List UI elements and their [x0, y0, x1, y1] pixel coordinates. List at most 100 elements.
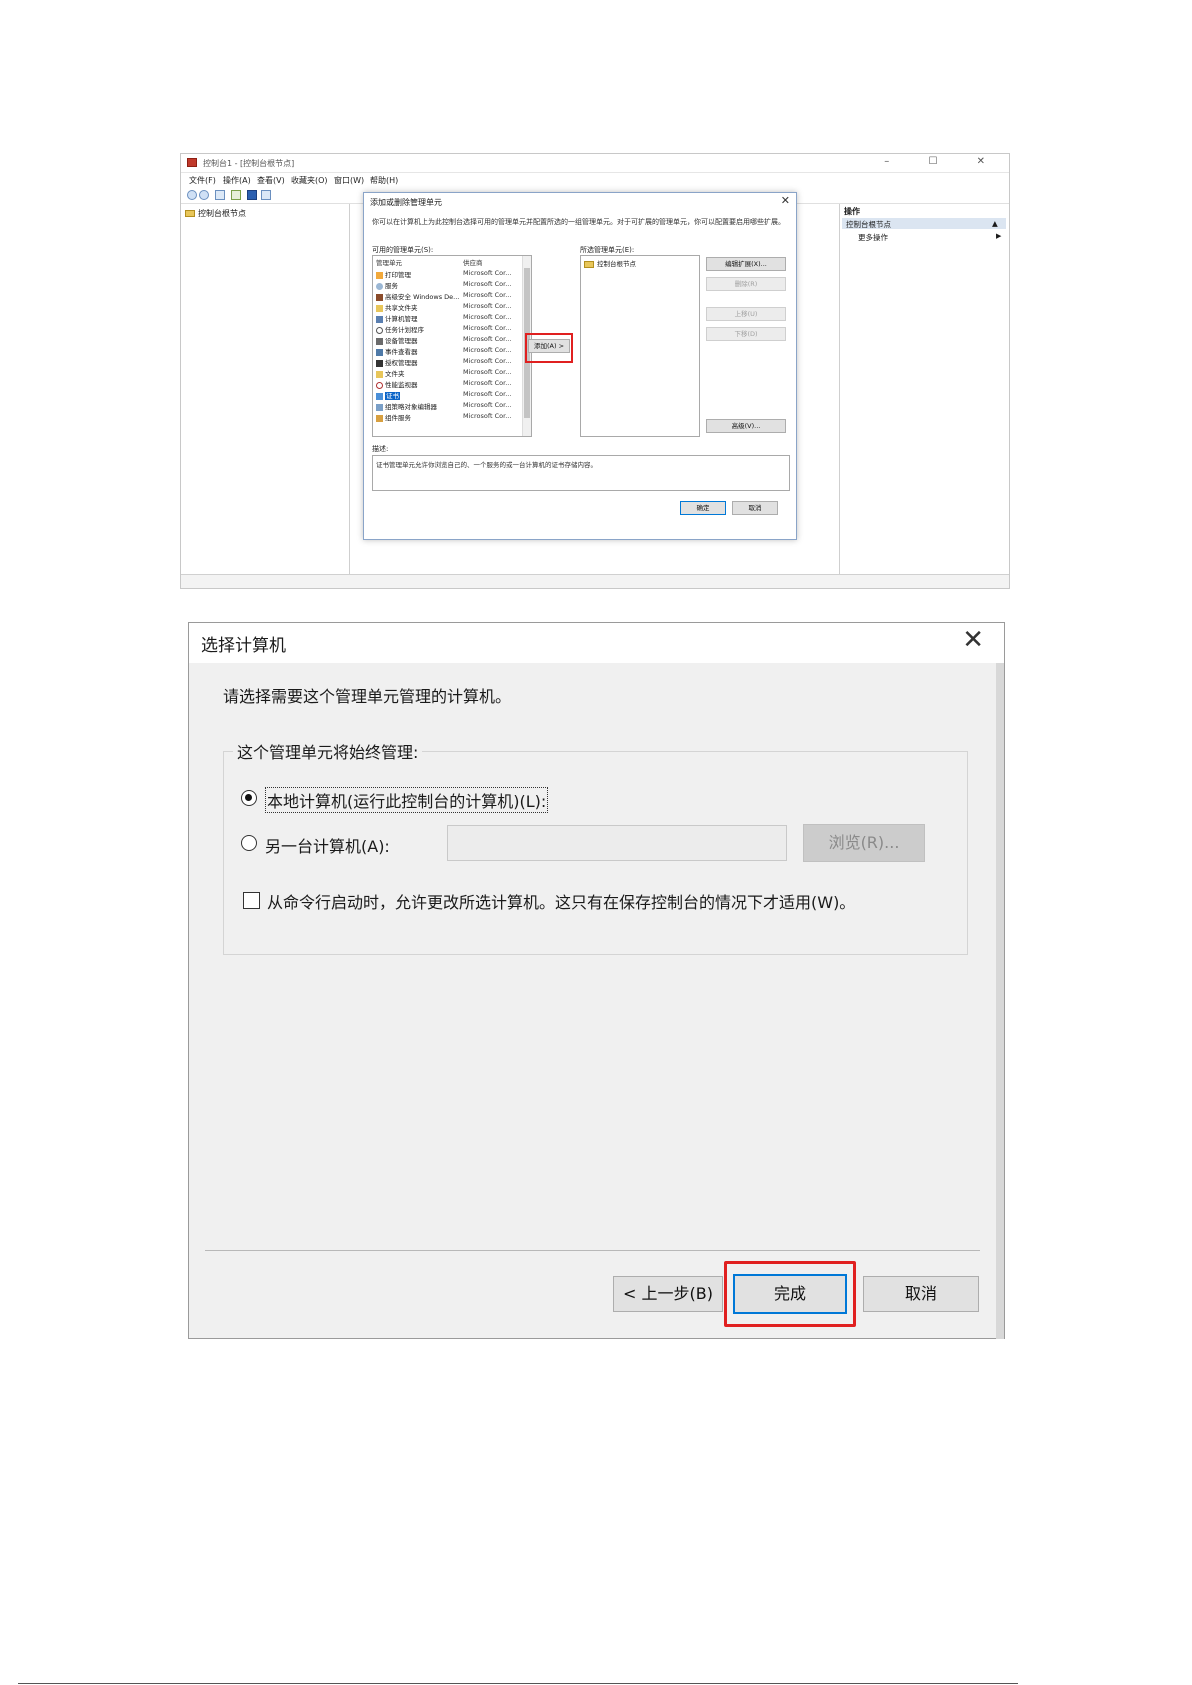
status-bar [181, 574, 1009, 588]
actions-selected-label: 控制台根节点 [846, 220, 891, 229]
move-down-button[interactable]: 下移(D) [706, 327, 786, 341]
close-icon[interactable]: ✕ [962, 625, 984, 655]
component-services-icon [376, 414, 383, 422]
back-button[interactable]: < 上一步(B) [613, 1276, 723, 1312]
tree-node-console-root[interactable]: 控制台根节点 [185, 208, 246, 219]
list-item[interactable]: 文件夹 Microsoft Cor... [373, 367, 521, 378]
available-snapins-list[interactable]: 管理单元 供应商 打印管理 Microsoft Cor... 服务 Microsof… [372, 255, 532, 437]
clock-icon [376, 326, 383, 334]
menu-help[interactable]: 帮助(H) [370, 175, 398, 186]
certificate-icon [376, 392, 383, 400]
list-item[interactable]: 服务 Microsoft Cor... [373, 279, 521, 290]
local-computer-radio[interactable] [241, 790, 257, 806]
page-footer-line [18, 1683, 1018, 1684]
list-item[interactable]: 计算机管理 Microsoft Cor... [373, 312, 521, 323]
selected-snapins-list[interactable]: 控制台根节点 [580, 255, 700, 437]
dialog-title: 选择计算机 [201, 636, 286, 656]
list-item[interactable]: 组件服务 Microsoft Cor... [373, 411, 521, 422]
console-tree-icon[interactable] [215, 190, 225, 200]
dialog-title: 添加或删除管理单元 [370, 198, 442, 207]
export-list-icon[interactable] [231, 190, 241, 200]
browse-button[interactable]: 浏览(R)... [803, 824, 925, 862]
expand-arrow-icon[interactable]: ▶ [996, 232, 1001, 240]
list-item[interactable]: 任务计划程序 Microsoft Cor... [373, 323, 521, 334]
list-item[interactable]: 控制台根节点 [584, 258, 636, 268]
more-actions-link[interactable]: 更多操作 [858, 232, 888, 243]
actions-header: 操作 [844, 207, 860, 216]
console-app-icon [187, 158, 197, 167]
menu-favorites[interactable]: 收藏夹(O) [291, 175, 328, 186]
advanced-button[interactable]: 高级(V)... [706, 419, 786, 433]
tree-node-label: 控制台根节点 [198, 209, 246, 218]
event-viewer-icon [376, 348, 383, 356]
back-arrow-icon[interactable] [187, 190, 197, 200]
cancel-button[interactable]: 取消 [863, 1276, 979, 1312]
description-label: 描述: [372, 445, 389, 453]
shared-folder-icon [376, 304, 383, 312]
show-hide-pane-icon[interactable] [261, 190, 271, 200]
list-item[interactable]: 高级安全 Windows De... Microsoft Cor... [373, 290, 521, 301]
column-header-vendor[interactable]: 供应商 [463, 257, 483, 267]
services-icon [376, 282, 383, 290]
dialog-description: 你可以在计算机上为此控制台选择可用的管理单元并配置所选的一组管理单元。对于可扩展… [372, 218, 785, 226]
menu-action[interactable]: 操作(A) [223, 175, 251, 186]
another-computer-label[interactable]: 另一台计算机(A): [265, 833, 390, 857]
group-label: 这个管理单元将始终管理: [233, 739, 423, 763]
group-policy-icon [376, 403, 383, 411]
folder-icon [376, 370, 383, 378]
remove-button[interactable]: 删除(R) [706, 277, 786, 291]
another-computer-radio[interactable] [241, 835, 257, 851]
mmc-title-bar: 控制台1 - [控制台根节点] – ☐ ✕ [181, 154, 1009, 173]
actions-pane: 操作 控制台根节点 ▲ 更多操作 ▶ [839, 204, 1009, 574]
move-up-button[interactable]: 上移(U) [706, 307, 786, 321]
background-window-edge [996, 663, 1004, 1339]
radio-selected-dot [245, 794, 252, 801]
cancel-button[interactable]: 取消 [732, 501, 778, 515]
authorization-icon [376, 359, 383, 367]
menu-view[interactable]: 查看(V) [257, 175, 285, 186]
list-item[interactable]: 事件查看器 Microsoft Cor... [373, 345, 521, 356]
device-manager-icon [376, 337, 383, 345]
ok-button[interactable]: 确定 [680, 501, 726, 515]
finish-button[interactable]: 完成 [733, 1274, 847, 1314]
menu-window[interactable]: 窗口(W) [334, 175, 364, 186]
performance-monitor-icon [376, 381, 383, 389]
dialog-prompt: 请选择需要这个管理单元管理的计算机。 [223, 687, 512, 706]
list-item[interactable]: 设备管理器 Microsoft Cor... [373, 334, 521, 345]
help-icon[interactable] [247, 190, 257, 200]
list-item-selected[interactable]: 证书 Microsoft Cor... [373, 389, 521, 400]
window-controls[interactable]: – ☐ ✕ [884, 156, 1003, 167]
mmc-console-window: 控制台1 - [控制台根节点] – ☐ ✕ 文件(F) 操作(A) 查看(V) … [180, 153, 1010, 589]
footer-separator [205, 1250, 980, 1251]
available-snapins-label: 可用的管理单元(S): [372, 246, 434, 254]
description-box: 证书管理单元允许你浏览自己的、一个服务的或一台计算机的证书存储内容。 [372, 455, 790, 491]
selected-snapins-label: 所选管理单元(E): [580, 246, 635, 254]
list-item[interactable]: 组策略对象编辑器 Microsoft Cor... [373, 400, 521, 411]
allow-change-checkbox[interactable] [243, 892, 260, 909]
folder-icon [185, 210, 195, 217]
description-text: 证书管理单元允许你浏览自己的、一个服务的或一台计算机的证书存储内容。 [376, 461, 597, 469]
add-button[interactable]: 添加(A) > [528, 339, 570, 353]
mmc-menu-bar: 文件(F) 操作(A) 查看(V) 收藏夹(O) 窗口(W) 帮助(H) [181, 173, 1009, 187]
computer-management-icon [376, 315, 383, 323]
allow-change-label[interactable]: 从命令行启动时，允许更改所选计算机。这只有在保存控制台的情况下才适用(W)。 [267, 889, 855, 913]
column-header-snapin[interactable]: 管理单元 [376, 257, 402, 267]
forward-arrow-icon[interactable] [199, 190, 209, 200]
select-computer-dialog: 选择计算机 ✕ 请选择需要这个管理单元管理的计算机。 这个管理单元将始终管理: … [188, 622, 1005, 1339]
menu-file[interactable]: 文件(F) [189, 175, 216, 186]
list-item[interactable]: 打印管理 Microsoft Cor... [373, 268, 521, 279]
list-item[interactable]: 共享文件夹 Microsoft Cor... [373, 301, 521, 312]
console-tree-pane: 控制台根节点 [181, 204, 350, 574]
list-item[interactable]: 授权管理器 Microsoft Cor... [373, 356, 521, 367]
actions-selected-node[interactable]: 控制台根节点 ▲ [842, 218, 1006, 229]
list-item[interactable]: 性能监视器 Microsoft Cor... [373, 378, 521, 389]
another-computer-input[interactable] [447, 825, 787, 861]
add-remove-snapins-dialog: 添加或删除管理单元 ✕ 你可以在计算机上为此控制台选择可用的管理单元并配置所选的… [363, 192, 797, 540]
mmc-window-title: 控制台1 - [控制台根节点] [203, 159, 295, 168]
firewall-icon [376, 293, 383, 301]
printer-icon [376, 271, 383, 279]
local-computer-label[interactable]: 本地计算机(运行此控制台的计算机)(L): [265, 787, 549, 813]
edit-extensions-button[interactable]: 编辑扩展(X)... [706, 257, 786, 271]
collapse-arrow-icon[interactable]: ▲ [992, 219, 998, 228]
close-icon[interactable]: ✕ [781, 194, 790, 207]
